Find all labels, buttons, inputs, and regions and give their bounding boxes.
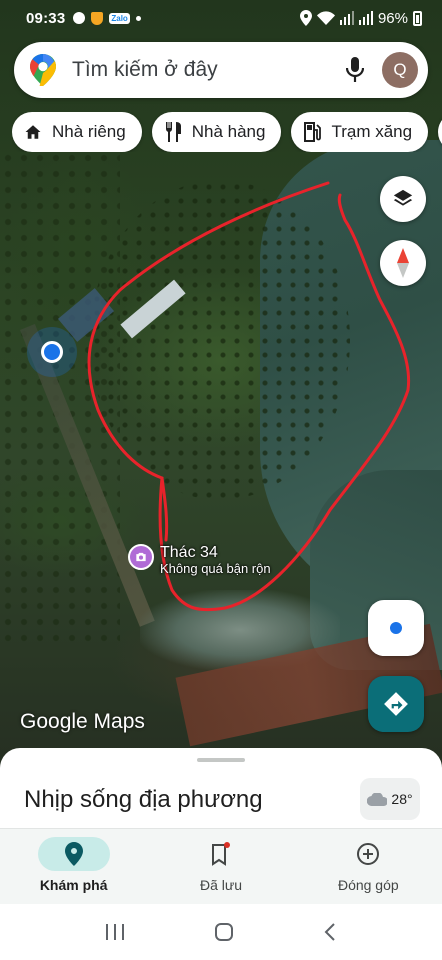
avatar[interactable]: Q	[382, 52, 418, 88]
tab-explore-pill	[37, 837, 110, 871]
tab-saved-pill	[185, 837, 257, 871]
directions-button[interactable]	[368, 676, 424, 732]
cloud-icon	[367, 792, 388, 806]
tab-contribute[interactable]: Đóng góp	[295, 829, 442, 904]
google-maps-logo-icon	[30, 54, 56, 86]
my-location-button[interactable]	[368, 600, 424, 656]
tab-explore[interactable]: Khám phá	[0, 829, 147, 904]
bookmark-icon	[211, 842, 230, 866]
home-icon	[25, 125, 41, 139]
camera-icon	[128, 544, 154, 570]
tab-saved-label: Đã lưu	[199, 877, 243, 893]
poi-busy-status: Không quá bận rộn	[160, 561, 271, 577]
location-status-icon	[299, 10, 312, 26]
tab-contribute-label: Đóng góp	[337, 877, 399, 893]
search-input[interactable]: Tìm kiếm ở đây	[72, 58, 346, 82]
chip-restaurants-label: Nhà hàng	[191, 122, 266, 141]
status-time: 09:33	[26, 9, 66, 27]
my-location-icon	[390, 622, 402, 634]
gas-station-icon	[304, 122, 322, 142]
poi-marker[interactable]: Thác 34 Không quá bận rộn	[128, 544, 271, 577]
system-navigation-bar	[0, 904, 442, 960]
signal-icon	[339, 11, 354, 25]
recent-apps-icon[interactable]	[105, 923, 125, 941]
chip-home[interactable]: Nhà riêng	[12, 112, 142, 152]
chip-more[interactable]	[438, 112, 442, 152]
tab-contribute-pill	[332, 837, 404, 871]
dot-icon	[135, 15, 141, 21]
bottom-navigation: Khám phá Đã lưu Đóng góp	[0, 828, 442, 904]
weather-badge[interactable]: 28°	[360, 778, 420, 820]
chip-gas-stations[interactable]: Trạm xăng	[291, 112, 429, 152]
compass-button[interactable]	[380, 240, 426, 286]
wifi-icon	[316, 11, 335, 25]
shield-icon	[91, 11, 104, 25]
compass-icon	[397, 248, 409, 278]
chip-restaurants[interactable]: Nhà hàng	[151, 112, 282, 152]
home-button-icon[interactable]	[214, 922, 234, 942]
battery-icon	[413, 10, 422, 26]
chip-gas-stations-label: Trạm xăng	[331, 122, 413, 141]
poi-name: Thác 34	[160, 544, 218, 561]
category-chips: Nhà riêng Nhà hàng Trạm xăng	[12, 112, 442, 152]
explore-pin-icon	[64, 842, 83, 866]
sheet-drag-handle[interactable]	[197, 758, 245, 762]
tab-explore-label: Khám phá	[39, 877, 108, 893]
messenger-icon	[73, 12, 86, 24]
search-bar[interactable]: Tìm kiếm ở đây Q	[14, 42, 428, 98]
directions-icon	[384, 692, 408, 716]
explore-bottom-sheet[interactable]: Nhịp sống địa phương 28°	[0, 748, 442, 838]
sheet-title: Nhịp sống địa phương	[24, 786, 263, 813]
status-bar: 09:33 Zalo 96%	[0, 0, 442, 36]
add-circle-icon	[357, 843, 380, 865]
restaurant-icon	[165, 122, 181, 142]
tab-saved[interactable]: Đã lưu	[147, 829, 294, 904]
battery-percent: 96%	[377, 9, 408, 27]
back-icon[interactable]	[323, 922, 337, 942]
map-attribution: Google Maps	[20, 710, 145, 733]
layers-button[interactable]	[380, 176, 426, 222]
chip-home-label: Nhà riêng	[52, 122, 126, 141]
microphone-icon[interactable]	[346, 57, 364, 83]
layers-icon	[393, 189, 413, 206]
my-location-dot	[41, 341, 63, 363]
zalo-icon: Zalo	[109, 12, 130, 24]
temperature: 28°	[391, 791, 413, 807]
signal-icon-2	[358, 11, 373, 25]
